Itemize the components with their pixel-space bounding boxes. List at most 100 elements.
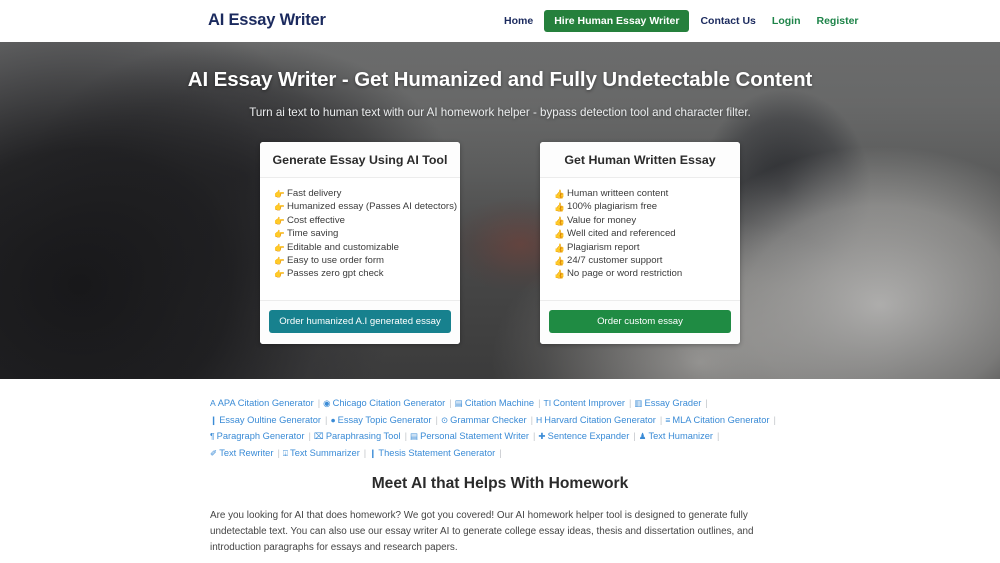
thumbs-up-icon: 👍 xyxy=(554,202,565,213)
card-body-ai-tool: 👉 Fast delivery 👉 Humanized essay (Passes … xyxy=(260,178,460,300)
tool-link-separator: | xyxy=(317,398,321,408)
main-navigation: Home Hire Human Essay Writer Contact Us … xyxy=(496,10,867,32)
feature-label: Value for money xyxy=(567,214,637,226)
nav-item-register[interactable]: Register xyxy=(808,10,866,32)
pointing-right-hand-icon: 👉 xyxy=(274,255,285,266)
tool-link-sentence-expander[interactable]: ✚ Sentence Expander xyxy=(538,431,629,441)
card-title-human-essay: Get Human Written Essay xyxy=(540,142,740,178)
tool-link-separator: | xyxy=(449,398,452,408)
list-item: 👍 Plagiarism report xyxy=(554,242,732,255)
list-item: 👉 Cost effective xyxy=(274,215,452,228)
pointing-right-hand-icon: 👉 xyxy=(274,189,285,199)
list-item: 👍 Value for money xyxy=(554,215,732,228)
nav-item-contact-us[interactable]: Contact Us xyxy=(692,10,763,32)
tool-link-essay-topic-generator[interactable]: ● Essay Topic Generator xyxy=(330,415,431,425)
user-icon: ♟ xyxy=(638,431,647,442)
card-title-ai-tool: Generate Essay Using AI Tool xyxy=(260,142,460,178)
tool-link-citation-machine[interactable]: ▤ Citation Machine xyxy=(455,398,534,408)
tool-link-separator: | xyxy=(533,431,536,442)
tool-link-separator: | xyxy=(633,431,636,442)
nav-item-home[interactable]: Home xyxy=(496,10,541,32)
tool-link-label: Essay Oultine Generator xyxy=(219,414,322,425)
tool-link-label: Essay Topic Generator xyxy=(337,414,432,425)
tool-link-label: Paraphrasing Tool xyxy=(325,431,401,442)
tool-link-label: Text Rewriter xyxy=(219,447,274,458)
tool-link-grammar-checker[interactable]: ⊙ Grammar Checker xyxy=(441,415,527,425)
feature-label: Human writteen content xyxy=(567,188,669,199)
tool-link-separator: | xyxy=(404,431,408,442)
pencil-icon: ✐ xyxy=(210,447,218,458)
tool-link-essay-oultine-generator[interactable]: ❙ Essay Oultine Generator xyxy=(210,415,321,425)
thumbs-up-icon: 👍 xyxy=(554,269,565,280)
tool-link-apa-citation-generator[interactable]: A APA Citation Generator xyxy=(210,398,314,408)
thumbs-up-icon: 👍 xyxy=(554,189,565,199)
tool-link-essay-grader[interactable]: ▥ Essay Grader xyxy=(634,398,701,408)
tool-link-mla-citation-generator[interactable]: ≡ MLA Citation Generator xyxy=(665,415,769,425)
tool-link-personal-statement-writer[interactable]: ▤ Personal Statement Writer xyxy=(410,431,529,441)
tool-link-label: MLA Citation Generator xyxy=(672,414,770,425)
tool-link-thesis-statement-generator[interactable]: ❙ Thesis Statement Generator xyxy=(369,448,495,458)
tool-link-separator: | xyxy=(628,398,632,408)
tool-link-harvard-citation-generator[interactable]: H Harvard Citation Generator xyxy=(536,415,656,425)
pointing-right-hand-icon: 👉 xyxy=(274,242,285,253)
list-item: 👉 Fast delivery xyxy=(274,188,452,201)
file-icon: ❙ xyxy=(369,447,377,458)
list-item: 👍 24/7 customer support xyxy=(554,255,732,268)
tool-link-label: Text Humanizer xyxy=(648,431,714,442)
feature-label: 100% plagiarism free xyxy=(567,201,658,213)
feature-label: Editable and customizable xyxy=(287,241,399,253)
feature-label: Easy to use order form xyxy=(287,254,385,266)
tool-link-label: Harvard Citation Generator xyxy=(544,414,656,425)
feature-list-ai-tool: 👉 Fast delivery 👉 Humanized essay (Passes … xyxy=(274,188,457,281)
list-item: 👍 No page or word restriction xyxy=(554,268,732,281)
tool-link-separator: | xyxy=(308,431,311,442)
card-body-human-essay: 👍 Human writteen content 👍 100% plagiarism… xyxy=(540,178,740,300)
content-wrapper: A APA Citation Generator | ◉ Chicago Citatio… xyxy=(210,379,790,563)
tool-link-label: Chicago Citation Generator xyxy=(332,398,446,408)
list-item: 👉 Easy to use order form xyxy=(274,255,452,268)
tool-links-list: A APA Citation Generator | ◉ Chicago Citatio… xyxy=(210,379,790,461)
tool-link-label: Personal Statement Writer xyxy=(420,431,529,442)
tool-link-text-humanizer[interactable]: ♟ Text Humanizer xyxy=(639,431,713,441)
text-width-icon: ⍗ xyxy=(282,447,289,458)
tool-link-content-improver[interactable]: TI Content Improver xyxy=(544,398,625,408)
feature-label: Cost effective xyxy=(287,214,345,226)
tool-link-chicago-citation-generator[interactable]: ◉ Chicago Citation Generator xyxy=(323,398,445,408)
hero-section: AI Essay Writer - Get Humanized and Full… xyxy=(0,42,1000,379)
thumbs-up-icon: 👍 xyxy=(554,255,565,266)
tool-link-separator: | xyxy=(538,398,541,408)
tool-link-separator: | xyxy=(363,447,367,458)
check-circle-icon: ⊙ xyxy=(440,414,449,425)
card-footer-human-essay: Order custom essay xyxy=(540,300,740,344)
list-icon: ≡ xyxy=(665,414,671,425)
site-logo[interactable]: AI Essay Writer xyxy=(208,11,326,30)
tool-link-label: Grammar Checker xyxy=(450,414,527,425)
order-custom-essay-button[interactable]: Order custom essay xyxy=(549,310,731,333)
tool-link-separator: | xyxy=(659,414,663,425)
tool-link-label: APA Citation Generator xyxy=(217,398,314,408)
window-icon: ▤ xyxy=(454,398,463,408)
thumbs-up-icon: 👍 xyxy=(554,229,565,240)
order-humanized-ai-essay-button[interactable]: Order humanized A.I generated essay xyxy=(269,310,451,333)
feature-label: Passes zero gpt check xyxy=(287,268,384,280)
pointing-right-hand-icon: 👉 xyxy=(274,215,285,226)
nav-item-login[interactable]: Login xyxy=(764,10,809,32)
meet-section-title: Meet AI that Helps With Homework xyxy=(371,475,629,493)
feature-label: Fast delivery xyxy=(287,188,342,199)
list-item: 👍 Human writteen content xyxy=(554,188,732,201)
tool-link-text-rewriter[interactable]: ✐ Text Rewriter xyxy=(210,448,273,458)
plus-icon: ✚ xyxy=(538,431,546,442)
book-icon: ▥ xyxy=(634,398,643,408)
nav-item-hire-human-essay-writer[interactable]: Hire Human Essay Writer xyxy=(544,10,690,32)
tool-link-paragraph-generator[interactable]: ¶ Paragraph Generator xyxy=(210,431,304,441)
tool-link-separator: | xyxy=(773,414,776,425)
tool-link-separator: | xyxy=(530,414,534,425)
thumbs-up-icon: 👍 xyxy=(554,242,565,253)
tool-link-paraphrasing-tool[interactable]: ⌧ Paraphrasing Tool xyxy=(314,431,401,441)
card-footer-ai-tool: Order humanized A.I generated essay xyxy=(260,300,460,344)
tool-link-label: Content Improver xyxy=(553,398,625,408)
pointing-right-hand-icon: 👉 xyxy=(274,202,285,213)
site-header: AI Essay Writer Home Hire Human Essay Wr… xyxy=(0,0,1000,42)
meet-section-body: Are you looking for AI that does homewor… xyxy=(210,510,754,553)
tool-link-text-summarizer[interactable]: ⍗ Text Summarizer xyxy=(283,448,360,458)
